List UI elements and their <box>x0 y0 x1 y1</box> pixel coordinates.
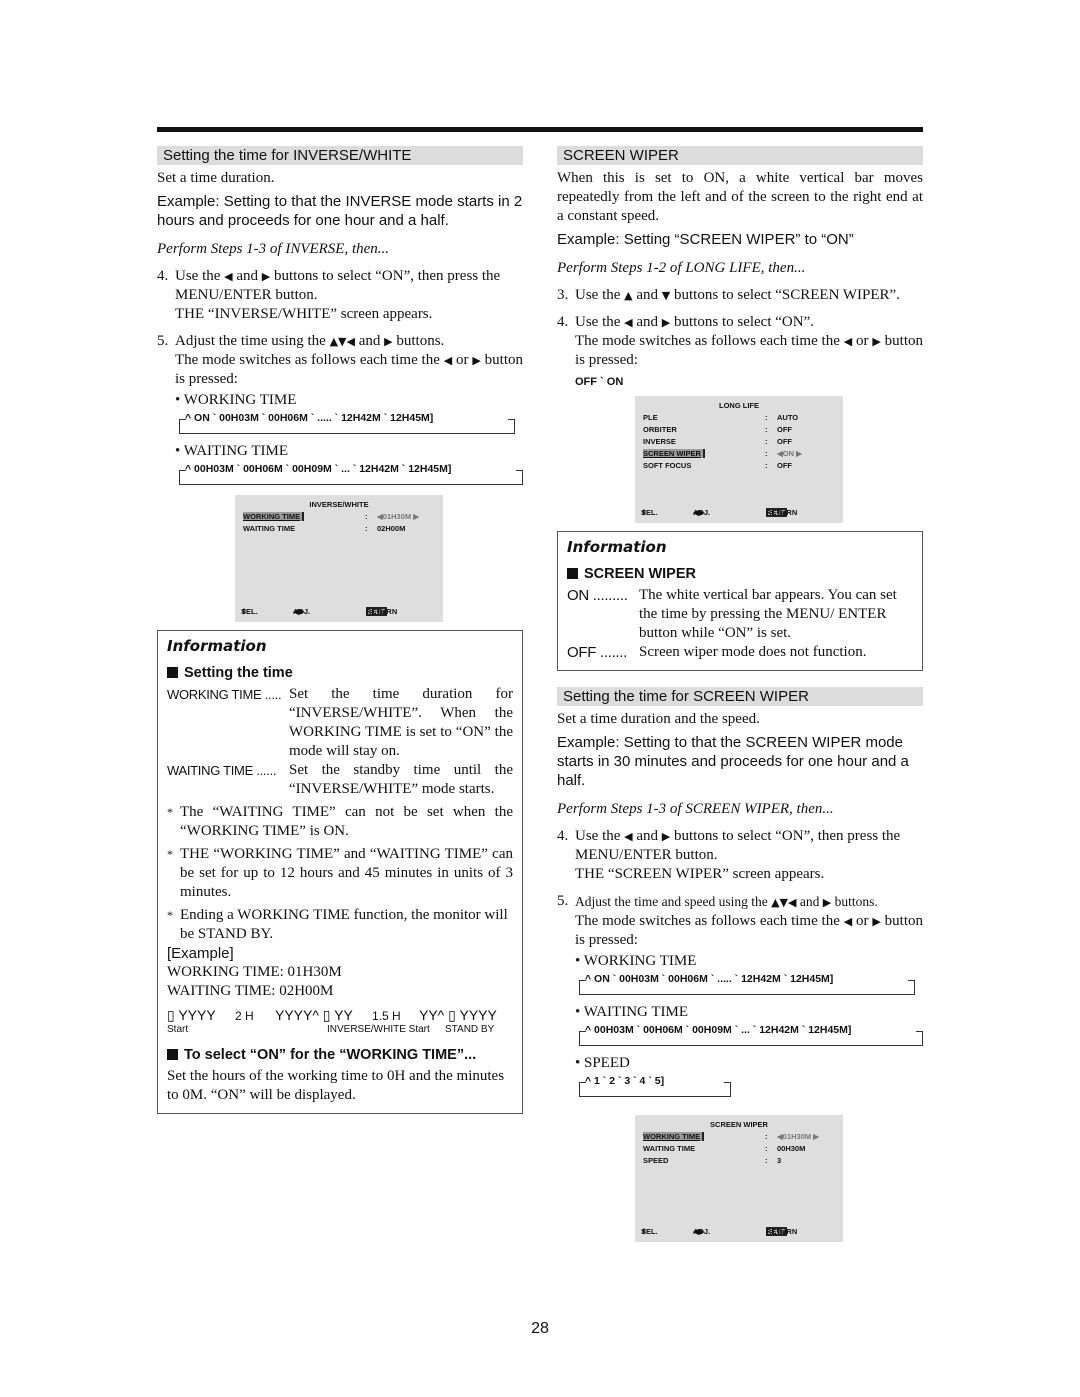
osd-row-ple[interactable]: PLE : AUTO <box>643 413 835 424</box>
osd-title: SCREEN WIPER <box>710 1120 768 1129</box>
step-5: 5. Adjust the time using the ▲▼◀ and ▶ b… <box>157 333 523 408</box>
info-box-screen-wiper: Information SCREEN WIPER ON ......... Th… <box>557 531 923 671</box>
speed-label: • SPEED <box>575 1055 630 1071</box>
osd-row-screen-wiper[interactable]: SCREEN WIPER : ◀ON ▶ <box>643 449 835 460</box>
right-arrow-icon: ▶ <box>661 830 671 843</box>
right-arrow-icon: ▶ <box>872 915 881 928</box>
left-arrow-icon: ◀ <box>443 354 453 367</box>
note-2: * THE “WORKING TIME” and “WAITING TIME” c… <box>167 846 513 900</box>
example-working: WORKING TIME: 01H30M <box>167 964 342 980</box>
osd-title: LONG LIFE <box>719 401 759 410</box>
example-label: [Example] <box>167 945 234 962</box>
right-arrow-icon: ▶ <box>872 335 881 348</box>
def-off: OFF ....... Screen wiper mode does not f… <box>567 644 867 661</box>
left-column: Setting the time for INVERSE/WHITE Set a… <box>157 146 523 1114</box>
left-arrow-icon: ◀ <box>624 830 633 843</box>
osd-screen-wiper: SCREEN WIPER WORKING TIME : ◀01H30M ▶ WA… <box>635 1115 843 1242</box>
def-on: ON ......... The white vertical bar appe… <box>567 587 897 641</box>
osd-row-speed[interactable]: SPEED : 3 <box>643 1156 835 1167</box>
right-arrow-icon: ▶ <box>822 896 832 909</box>
right-arrow-icon: ▶ <box>472 354 481 367</box>
right-arrow-icon: ▶ <box>661 316 671 329</box>
up-down-left-arrows-icon: ▲▼◀ <box>329 335 355 348</box>
osd-row-working-time[interactable]: WORKING TIME : ◀01H30M ▶ <box>243 512 435 523</box>
osd-footer: ⇕ SEL. ◀▶ ADJ. EXIT RETURN <box>641 508 798 517</box>
up-down-left-arrows-icon: ▲▼◀ <box>771 896 797 909</box>
step-5b: 5. Adjust the time and speed using the ▲… <box>557 893 923 969</box>
osd-row-inverse[interactable]: INVERSE : OFF <box>643 437 835 448</box>
osd-long-life: LONG LIFE PLE : AUTO ORBITER : OFF INVER… <box>635 396 843 523</box>
perform2-steps: Perform Steps 1-3 of SCREEN WIPER, then.… <box>557 801 834 817</box>
section-title-screen-wiper: SCREEN WIPER <box>557 146 923 165</box>
waiting-time-label: • WAITING TIME <box>175 443 289 459</box>
osd-row-orbiter[interactable]: ORBITER : OFF <box>643 425 835 436</box>
def-working-time: WORKING TIME ..... Set the time duration… <box>167 686 513 759</box>
info-subheading-2: To select “ON” for the “WORKING TIME”... <box>167 1047 513 1063</box>
info-subheading: SCREEN WIPER <box>567 566 913 582</box>
working-time-sequence: ^ ON ` 00H03M ` 00H06M ` ..... ` 12H42M … <box>579 973 923 997</box>
off-on-sequence: OFF ` ON <box>575 376 624 388</box>
note-3: * Ending a WORKING TIME function, the mon… <box>167 907 508 942</box>
section-title-screen-wiper-time: Setting the time for SCREEN WIPER <box>557 687 923 706</box>
info-sub2-text: Set the hours of the working time to 0H … <box>167 1068 505 1103</box>
example-timeline: ▯ YYYY 2 H YYYY^ ▯ YY 1.5 H YY^ ▯ YYYY S… <box>167 1007 497 1035</box>
speed-sequence: ^ 1 ` 2 ` 3 ` 4 ` 5] <box>579 1075 923 1099</box>
left-arrow-icon: ◀ <box>843 335 853 348</box>
example2-text: Example: Setting to that the SCREEN WIPE… <box>557 734 909 789</box>
example-waiting: WAITING TIME: 02H00M <box>167 983 334 999</box>
info-box-setting-time: Information Setting the time WORKING TIM… <box>157 630 523 1114</box>
up-arrow-icon: ▲ <box>624 289 633 302</box>
waiting-time-label: • WAITING TIME <box>575 1004 689 1020</box>
intro-text: Set a time duration. <box>157 170 275 186</box>
top-rule <box>157 127 923 132</box>
square-bullet-icon <box>567 568 578 579</box>
step-4b: 4. Use the ◀ and ▶ buttons to select “ON… <box>557 828 901 882</box>
perform-steps: Perform Steps 1-2 of LONG LIFE, then... <box>557 260 806 276</box>
step-3: 3. Use the ▲ and ▼ buttons to select “SC… <box>557 287 900 303</box>
right-arrow-icon: ▶ <box>384 335 393 348</box>
section-title-inverse-white: Setting the time for INVERSE/WHITE <box>157 146 523 165</box>
left-arrow-icon: ◀ <box>224 270 233 283</box>
info-subheading: Setting the time <box>167 665 513 681</box>
def-waiting-time: WAITING TIME ...... Set the standby time… <box>167 762 513 797</box>
osd-row-working-time[interactable]: WORKING TIME : ◀01H30M ▶ <box>643 1132 835 1143</box>
down-arrow-icon: ▼ <box>661 289 671 302</box>
square-bullet-icon <box>167 1049 178 1060</box>
step-4: 4. Use the ◀ and ▶ buttons to select “ON… <box>557 314 923 368</box>
working-time-label: • WORKING TIME <box>575 953 697 969</box>
waiting-time-sequence: ^ 00H03M ` 00H06M ` 00H09M ` ... ` 12H42… <box>579 1024 923 1048</box>
right-arrow-icon: ▶ <box>261 270 271 283</box>
note-1: * The “WAITING TIME” can not be set when … <box>167 804 513 839</box>
waiting-time-sequence: ^ 00H03M ` 00H06M ` 00H09M ` ... ` 12H42… <box>179 463 523 487</box>
osd-inverse-white: INVERSE/WHITE WORKING TIME : ◀01H30M ▶ W… <box>235 495 443 622</box>
working-time-sequence: ^ ON ` 00H03M ` 00H06M ` ..... ` 12H42M … <box>179 412 523 436</box>
step-4: 4. Use the ◀ and ▶ buttons to select “ON… <box>157 268 501 322</box>
osd-footer: ⇕ SEL. ◀▶ ADJ. EXIT RETURN <box>241 607 398 616</box>
page-number: 28 <box>531 1320 549 1337</box>
intro2-text: Set a time duration and the speed. <box>557 711 760 727</box>
osd-row-waiting-time[interactable]: WAITING TIME : 00H30M <box>643 1144 835 1155</box>
intro-text: When this is set to ON, a white vertical… <box>557 170 923 224</box>
osd-footer: ⇕ SEL. ◀▶ ADJ. EXIT RETURN <box>641 1227 798 1236</box>
perform-steps: Perform Steps 1-3 of INVERSE, then... <box>157 241 390 257</box>
osd-row-waiting-time[interactable]: WAITING TIME : 02H00M <box>243 524 435 535</box>
right-column: SCREEN WIPER When this is set to ON, a w… <box>557 146 923 1242</box>
info-heading: Information <box>567 538 667 556</box>
left-arrow-icon: ◀ <box>624 316 633 329</box>
osd-title: INVERSE/WHITE <box>309 500 369 509</box>
example-text: Example: Setting “SCREEN WIPER” to “ON” <box>557 231 854 248</box>
osd-row-soft-focus[interactable]: SOFT FOCUS : OFF <box>643 461 835 472</box>
working-time-label: • WORKING TIME <box>175 392 297 408</box>
example-text: Example: Setting to that the INVERSE mod… <box>157 193 523 229</box>
square-bullet-icon <box>167 667 178 678</box>
left-arrow-icon: ◀ <box>843 915 853 928</box>
info-heading: Information <box>167 637 267 655</box>
